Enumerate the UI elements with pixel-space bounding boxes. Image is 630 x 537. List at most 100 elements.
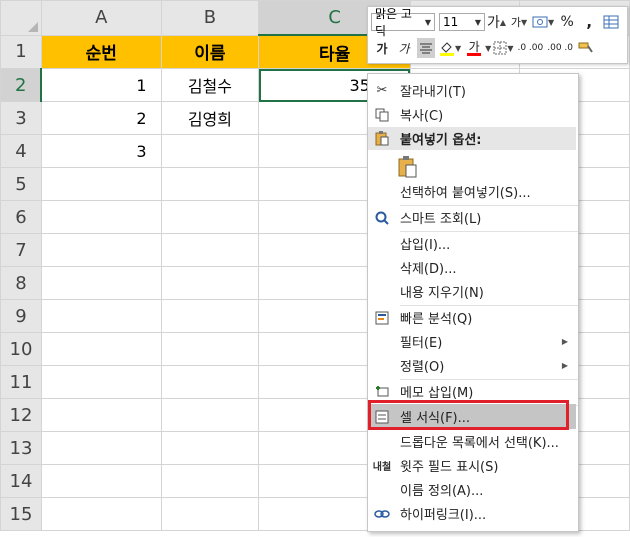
column-header-a[interactable]: A [40, 0, 162, 36]
menu-item-hyperlink[interactable]: 하이퍼링크(I)... [368, 502, 576, 525]
row-header-5[interactable]: 5 [0, 167, 42, 201]
copy-icon [372, 105, 392, 125]
shrink-font-label: 가 [510, 16, 522, 29]
row-header-2[interactable]: 2 [0, 68, 43, 102]
row-header-13[interactable]: 13 [0, 431, 42, 465]
cell[interactable] [160, 464, 260, 498]
italic-button[interactable]: 가 [395, 38, 413, 58]
font-color-button[interactable]: 가 [465, 38, 483, 58]
cell[interactable] [160, 332, 260, 366]
cell[interactable] [160, 266, 260, 300]
cell[interactable] [160, 431, 260, 465]
menu-item-filter[interactable]: 필터(E) ▶ [368, 330, 576, 353]
percent-style-button[interactable]: % [558, 12, 576, 32]
shrink-font-button[interactable]: 가 ▼ [510, 12, 528, 32]
new-comment-icon [372, 382, 392, 402]
cell[interactable] [160, 365, 260, 399]
borders-button[interactable]: ▼ [493, 38, 513, 58]
cell-a4[interactable]: 3 [40, 134, 162, 168]
menu-item-label: 선택하여 붙여넣기(S)... [400, 186, 531, 201]
fill-color-button[interactable]: ▼ [439, 38, 461, 58]
cell[interactable] [160, 398, 260, 432]
menu-item-insert[interactable]: 삽입(I)... [368, 232, 576, 255]
menu-item-delete[interactable]: 삭제(D)... [368, 256, 576, 279]
row-header-4[interactable]: 4 [0, 134, 42, 168]
row-header-6[interactable]: 6 [0, 200, 42, 234]
chevron-down-icon[interactable]: ▼ [485, 44, 491, 53]
cell[interactable] [40, 167, 162, 201]
cell-a2[interactable]: 1 [40, 68, 162, 102]
accounting-format-button[interactable]: ▼ [532, 12, 554, 32]
cell[interactable] [160, 167, 260, 201]
menu-item-copy[interactable]: 복사(C) [368, 103, 576, 126]
decrease-decimal-button[interactable]: .00 .0 [547, 38, 573, 58]
menu-item-label: 붙여넣기 옵션: [400, 133, 482, 148]
menu-item-phonetic-field[interactable]: 내철 윗주 필드 표시(S) [368, 454, 576, 477]
format-table-button[interactable] [602, 12, 620, 32]
menu-item-sort[interactable]: 정렬(O) ▶ [368, 354, 576, 377]
menu-item-clear-contents[interactable]: 내용 지우기(N) [368, 280, 576, 303]
cell[interactable] [160, 299, 260, 333]
menu-item-pick-from-list[interactable]: 드롭다운 목록에서 선택(K)... [368, 430, 576, 453]
cell[interactable] [160, 497, 260, 531]
cell[interactable] [160, 200, 260, 234]
format-painter-button[interactable] [577, 38, 595, 58]
cell[interactable] [160, 233, 260, 267]
cell[interactable] [40, 464, 162, 498]
cell-b1[interactable]: 이름 [160, 34, 260, 69]
cell[interactable] [40, 431, 162, 465]
cell[interactable] [40, 200, 162, 234]
row-header-8[interactable]: 8 [0, 266, 42, 300]
font-size-value: 11 [443, 15, 459, 29]
cell[interactable] [40, 365, 162, 399]
cell[interactable] [40, 398, 162, 432]
row-header-9[interactable]: 9 [0, 299, 42, 333]
cell[interactable] [40, 332, 162, 366]
row-header-12[interactable]: 12 [0, 398, 42, 432]
menu-item-smart-lookup[interactable]: 스마트 조회(L) [368, 206, 576, 229]
submenu-arrow-icon: ▶ [561, 361, 568, 370]
row-header-10[interactable]: 10 [0, 332, 42, 366]
row-header-7[interactable]: 7 [0, 233, 42, 267]
paste-icon [372, 129, 392, 149]
menu-item-label: 삭제(D)... [400, 262, 457, 277]
cell[interactable] [40, 497, 162, 531]
paste-option-paste[interactable] [368, 152, 576, 182]
cell-b2[interactable]: 김철수 [160, 68, 260, 102]
increase-decimal-button[interactable]: .0 .00 [517, 38, 543, 58]
fill-bucket-icon [440, 42, 454, 56]
align-center-icon [420, 43, 432, 54]
caret-up-icon: ▲ [499, 17, 507, 27]
menu-item-define-name[interactable]: 이름 정의(A)... [368, 478, 576, 501]
bold-button[interactable]: 가 [373, 38, 391, 58]
chevron-down-icon: ▼ [424, 17, 431, 27]
row-header-11[interactable]: 11 [0, 365, 42, 399]
align-center-button[interactable] [417, 38, 435, 58]
row-header-15[interactable]: 15 [0, 497, 42, 531]
font-name-combo[interactable]: 맑은 고딕 ▼ [371, 7, 435, 38]
menu-item-cut[interactable]: ✂ 잘라내기(T) [368, 79, 576, 102]
cell[interactable] [40, 299, 162, 333]
menu-item-paste-special[interactable]: 선택하여 붙여넣기(S)... [368, 180, 576, 203]
cell-a1[interactable]: 순번 [40, 34, 162, 69]
link-icon [372, 504, 392, 524]
menu-item-quick-analysis[interactable]: 빠른 분석(Q) [368, 306, 576, 329]
chevron-down-icon: ▼ [548, 17, 555, 27]
comma-style-button[interactable]: , [580, 12, 598, 32]
column-header-b[interactable]: B [160, 0, 260, 36]
cell[interactable] [40, 266, 162, 300]
menu-item-label: 윗주 필드 표시(S) [400, 460, 499, 475]
quick-analysis-icon [372, 308, 392, 328]
cell[interactable] [40, 233, 162, 267]
search-icon [372, 208, 392, 228]
row-header-1[interactable]: 1 [0, 34, 42, 69]
font-size-combo[interactable]: 11 ▼ [439, 13, 485, 31]
cell-b4[interactable] [160, 134, 260, 168]
table-icon [603, 15, 619, 29]
mini-toolbar: 맑은 고딕 ▼ 11 ▼ 가 ▲ 가 ▼ ▼ % , 가 가 ▼ 가 ▼ ▼ .0 .0… [367, 6, 628, 64]
row-header-14[interactable]: 14 [0, 464, 42, 498]
row-header-3[interactable]: 3 [0, 101, 42, 135]
grow-font-button[interactable]: 가 ▲ [487, 12, 506, 32]
cell-b3[interactable]: 김영희 [160, 101, 260, 135]
cell-a3[interactable]: 2 [40, 101, 162, 135]
